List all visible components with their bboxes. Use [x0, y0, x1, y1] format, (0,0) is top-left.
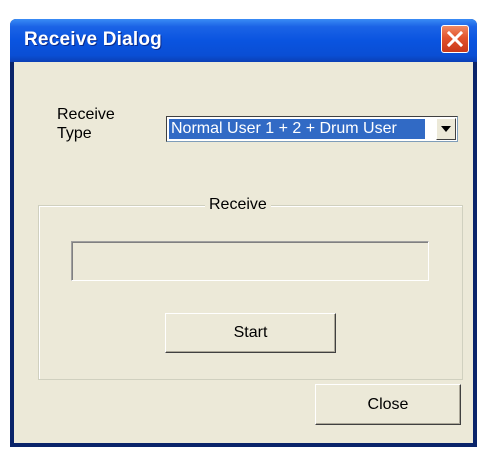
receive-dialog-window: Receive Dialog Receive Type Normal User …: [10, 19, 477, 447]
receive-type-dropdown-button[interactable]: [436, 118, 456, 140]
chevron-down-icon: [441, 126, 451, 132]
receive-group-title: Receive: [205, 195, 271, 215]
receive-type-selected-value[interactable]: Normal User 1 + 2 + Drum User: [169, 119, 425, 139]
start-button[interactable]: Start: [165, 313, 336, 353]
close-x-icon: [447, 31, 463, 47]
window-title: Receive Dialog: [24, 29, 162, 50]
close-button[interactable]: Close: [315, 384, 461, 425]
receive-type-label: Receive Type: [57, 106, 115, 142]
receive-progress-bar: [71, 241, 429, 281]
receive-type-select[interactable]: Normal User 1 + 2 + Drum User: [166, 116, 458, 142]
dialog-body: Receive Type Normal User 1 + 2 + Drum Us…: [14, 62, 473, 443]
receive-group-box: Receive Start: [38, 195, 463, 380]
title-bar[interactable]: Receive Dialog: [10, 19, 477, 62]
title-close-button[interactable]: [441, 25, 469, 53]
